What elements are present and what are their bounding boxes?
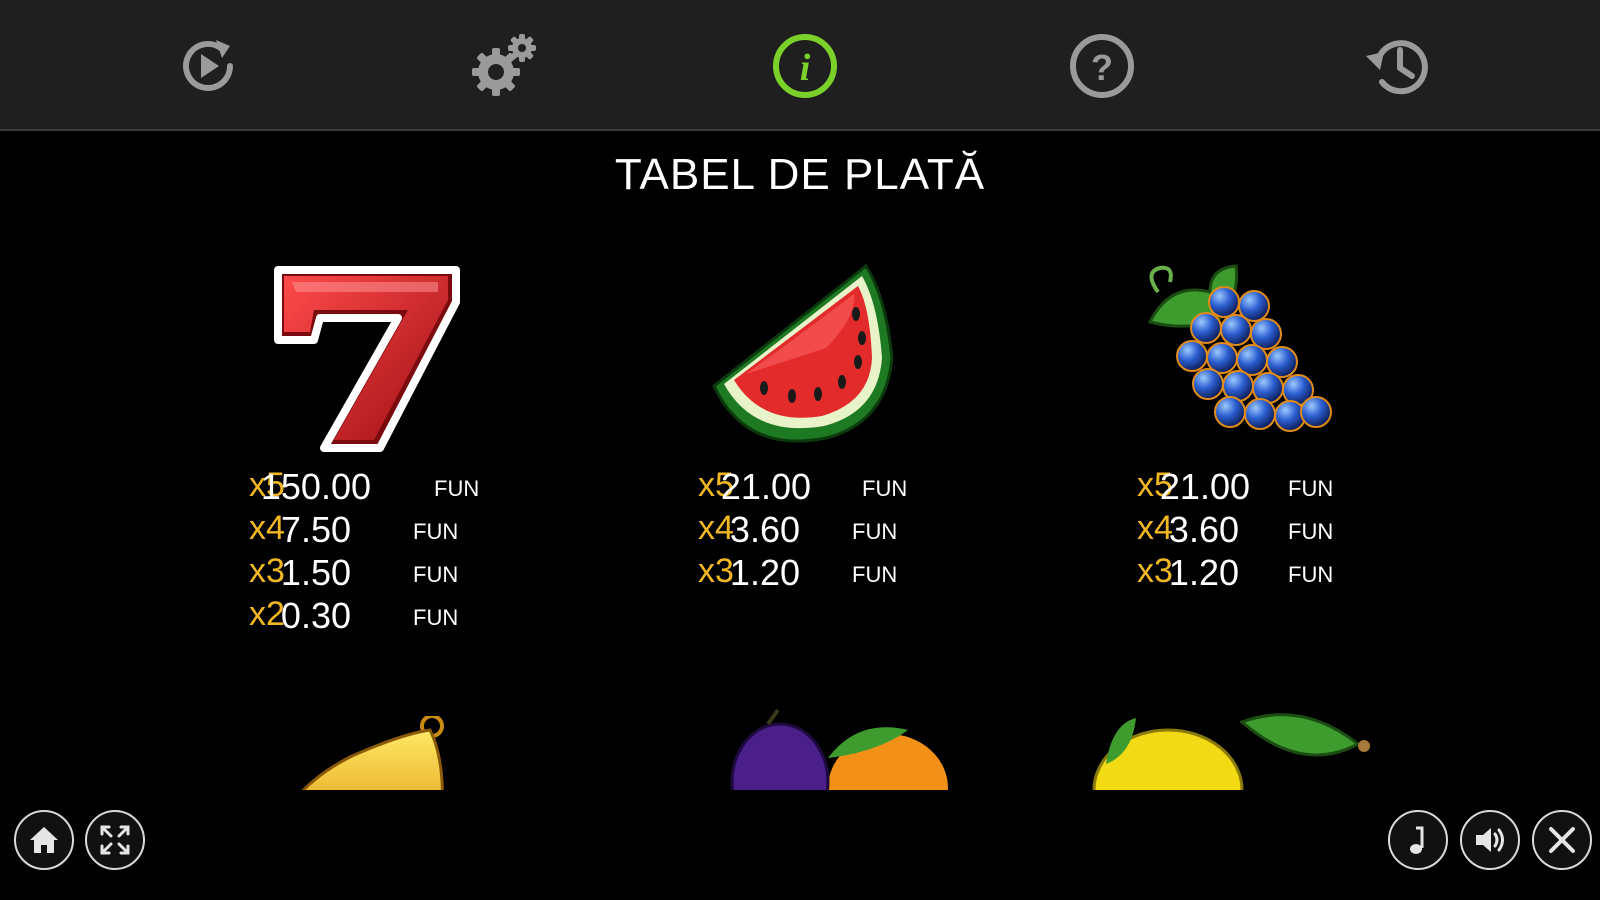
multiplier: x3: [698, 552, 734, 590]
sound-icon: [1476, 828, 1504, 852]
grapes-symbol-icon: [1140, 262, 1346, 452]
currency-label: FUN: [413, 519, 459, 544]
payout-amount: 1.20: [729, 552, 800, 593]
seven-symbol-icon: [268, 262, 464, 452]
currency-label: FUN: [434, 476, 480, 501]
autoplay-icon: [183, 40, 233, 91]
close-icon: [1549, 827, 1575, 853]
multiplier: x3: [249, 552, 285, 590]
history-icon: [1366, 40, 1428, 95]
payout-amount: 7.50: [280, 509, 351, 550]
sound-button[interactable]: [1460, 810, 1520, 870]
bell-symbol-icon: [301, 716, 444, 790]
currency-label: FUN: [1288, 476, 1334, 501]
svg-text:?: ?: [1091, 47, 1113, 88]
help-icon: ?: [1070, 34, 1134, 98]
multiplier: x2: [249, 595, 285, 633]
settings-icon: [472, 34, 536, 96]
settings-button[interactable]: [468, 30, 540, 102]
fullscreen-button[interactable]: [85, 810, 145, 870]
currency-label: FUN: [862, 476, 908, 501]
info-button[interactable]: i: [769, 30, 841, 102]
multiplier: x4: [698, 509, 734, 547]
home-button[interactable]: [14, 810, 74, 870]
payout-amount: 1.50: [280, 552, 351, 593]
watermelon-symbol-icon: [706, 258, 906, 454]
multiplier: x3: [1137, 552, 1173, 590]
fullscreen-icon: [100, 825, 130, 855]
svg-text:i: i: [800, 47, 811, 89]
music-icon: [1410, 826, 1424, 854]
currency-label: FUN: [413, 562, 459, 587]
multiplier: x4: [1137, 509, 1173, 547]
history-button[interactable]: [1362, 30, 1434, 102]
payout-amount: 1.20: [1168, 552, 1239, 593]
multiplier: x4: [249, 509, 285, 547]
currency-label: FUN: [1288, 519, 1334, 544]
currency-label: FUN: [852, 562, 898, 587]
payout-amount: 21.00: [1159, 466, 1250, 507]
home-icon: [30, 827, 58, 853]
lemon-symbol-icon: [1092, 713, 1370, 790]
payout-amount: 3.60: [1168, 509, 1239, 550]
payout-amount: 150.00: [260, 466, 371, 507]
close-button[interactable]: [1532, 810, 1592, 870]
payout-amount: 21.00: [720, 466, 811, 507]
payout-amount: 3.60: [729, 509, 800, 550]
next-symbols-row: [0, 700, 1600, 790]
music-button[interactable]: [1388, 810, 1448, 870]
page-title: TABEL DE PLATĂ: [614, 150, 986, 199]
autoplay-button[interactable]: [172, 30, 244, 102]
top-toolbar: i ?: [0, 0, 1600, 131]
currency-label: FUN: [1288, 562, 1334, 587]
plum-orange-symbol-icon: [730, 708, 948, 790]
payout-amount: 0.30: [280, 595, 351, 636]
currency-label: FUN: [852, 519, 898, 544]
info-icon: i: [773, 34, 837, 98]
currency-label: FUN: [413, 605, 459, 630]
help-button[interactable]: ?: [1066, 30, 1138, 102]
